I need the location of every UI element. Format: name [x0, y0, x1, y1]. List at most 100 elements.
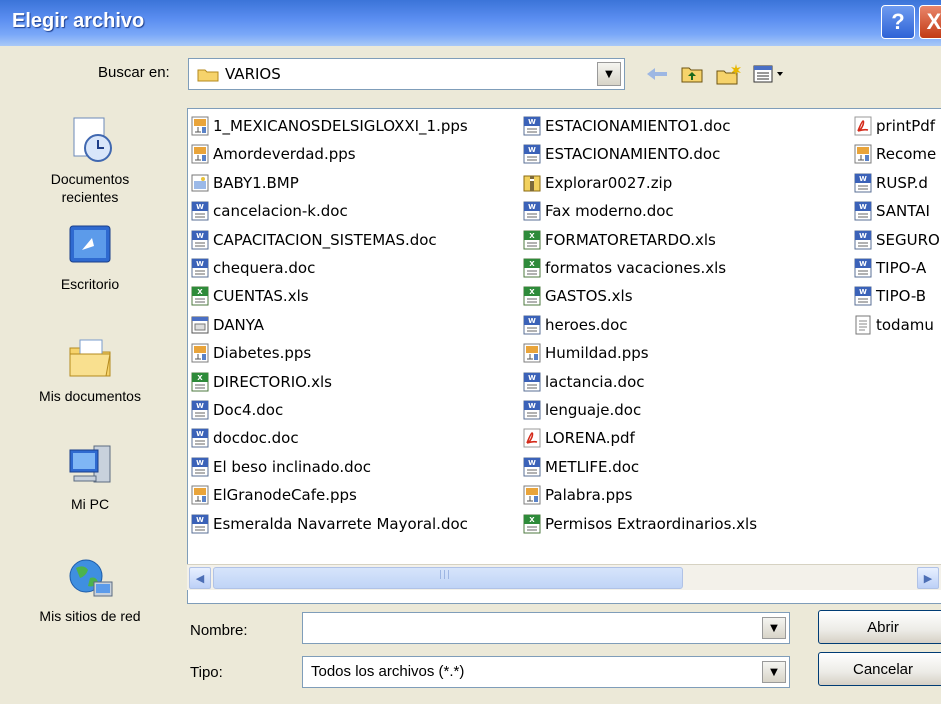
filetype-select[interactable]: Todos los archivos (*.*) ▼ [302, 656, 790, 688]
file-item[interactable]: W Esmeralda Navarrete Mayoral.doc [190, 511, 468, 537]
file-item[interactable]: LORENA.pdf [522, 425, 635, 451]
file-item[interactable]: W Doc4.doc [190, 397, 283, 423]
word-doc-icon: W [854, 173, 872, 193]
filetype-dropdown-button[interactable]: ▼ [762, 661, 786, 683]
excel-xls-icon: X [523, 258, 541, 278]
file-item[interactable]: Wlactancia.doc [522, 369, 645, 395]
file-item[interactable]: ElGranodeCafe.pps [190, 482, 357, 508]
file-item[interactable]: W ESTACIONAMIENTO.doc [522, 141, 720, 167]
excel-xls-icon: X [191, 372, 209, 392]
file-item[interactable]: Palabra.pps [522, 482, 632, 508]
file-item[interactable]: Explorar0027.zip [522, 170, 672, 196]
bitmap-image-icon [191, 174, 209, 192]
word-doc-icon: W [191, 201, 209, 221]
file-item[interactable]: W ESTACIONAMIENTO1.doc [522, 113, 730, 139]
file-item[interactable]: X FORMATORETARDO.xls [522, 227, 716, 253]
views-menu-icon[interactable] [750, 62, 788, 86]
filename-combo[interactable]: ▼ [302, 612, 790, 644]
up-folder-icon[interactable] [677, 62, 707, 86]
file-item[interactable]: W RUSP.d [853, 170, 928, 196]
network-places-icon [69, 559, 113, 597]
file-item[interactable]: 1_MEXICANOSDELSIGLOXXI_1.pps [190, 113, 468, 139]
file-item[interactable]: Amordeverdad.pps [190, 141, 356, 167]
scroll-right-button[interactable]: ▶ [917, 567, 939, 589]
file-name: lactancia.doc [545, 372, 645, 391]
powerpoint-pps-icon [523, 343, 541, 363]
excel-xls-icon: X [523, 230, 541, 250]
file-name: TIPO-A [876, 259, 927, 277]
file-item[interactable]: X GASTOS.xls [522, 283, 633, 309]
file-item[interactable]: W SEGURO [853, 227, 940, 253]
file-item[interactable]: Wheroes.doc [522, 312, 628, 338]
scroll-left-button[interactable]: ◀ [189, 567, 211, 589]
file-name: El beso inclinado.doc [213, 457, 372, 476]
place-label: Mis documentos [39, 388, 141, 404]
folder-icon [197, 69, 219, 82]
file-item[interactable]: Wlenguaje.doc [522, 397, 641, 423]
lookin-dropdown-button[interactable]: ▼ [597, 62, 621, 86]
desktop-icon [69, 225, 111, 263]
file-name: formatos vacaciones.xls [545, 259, 727, 277]
file-item[interactable]: Wdocdoc.doc [190, 425, 299, 451]
file-name: METLIFE.doc [545, 457, 640, 476]
file-item[interactable]: DANYA [190, 312, 264, 338]
file-name: Explorar0027.zip [545, 173, 673, 192]
file-item[interactable]: X Permisos Extraordinarios.xls [522, 511, 757, 537]
file-item[interactable]: X CUENTAS.xls [190, 283, 309, 309]
zip-archive-icon [523, 175, 541, 192]
file-name: FORMATORETARDO.xls [545, 230, 716, 249]
file-name: CUENTAS.xls [213, 287, 309, 306]
file-item[interactable]: Humildad.pps [522, 340, 649, 366]
file-item[interactable]: W CAPACITACION_SISTEMAS.doc [190, 227, 437, 253]
svg-text:W: W [196, 516, 204, 524]
file-name: 1_MEXICANOSDELSIGLOXXI_1.pps [213, 117, 468, 135]
filetype-label: Tipo: [190, 664, 223, 681]
place-recent-documents[interactable]: Documentos recientes [0, 114, 180, 206]
open-button[interactable]: Abrir [818, 610, 941, 644]
file-item[interactable]: printPdf [853, 113, 935, 139]
help-button[interactable]: ? [881, 5, 915, 39]
text-file-icon [855, 315, 871, 335]
file-item[interactable]: Diabetes.pps [190, 340, 311, 366]
word-doc-icon: W [191, 514, 209, 534]
file-item[interactable]: Xformatos vacaciones.xls [522, 255, 726, 281]
close-button[interactable]: X [919, 5, 941, 39]
file-item[interactable]: Recome [853, 141, 936, 167]
new-folder-icon[interactable] [713, 62, 745, 86]
excel-xls-icon: X [523, 286, 541, 306]
file-name: SEGURO [876, 230, 940, 249]
filename-dropdown-button[interactable]: ▼ [762, 617, 786, 639]
lookin-combo[interactable]: VARIOS ▼ [188, 58, 625, 90]
cancel-button[interactable]: Cancelar [818, 652, 941, 686]
lookin-label: Buscar en: [98, 64, 170, 81]
excel-xls-icon: X [523, 514, 541, 534]
generic-file-icon [191, 316, 209, 334]
place-my-computer[interactable]: Mi PC [0, 440, 180, 512]
svg-text:W: W [196, 459, 204, 467]
place-desktop[interactable]: Escritorio [0, 220, 180, 292]
file-item[interactable]: Wchequera.doc [190, 255, 315, 281]
file-item[interactable]: W TIPO-A [853, 255, 926, 281]
file-item[interactable]: todamu [853, 312, 934, 338]
file-item[interactable]: W El beso inclinado.doc [190, 454, 371, 480]
scroll-thumb[interactable] [213, 567, 683, 589]
file-name: lenguaje.doc [545, 401, 642, 419]
place-label: Mis sitios de red [39, 608, 141, 624]
place-network[interactable]: Mis sitios de red [0, 552, 180, 624]
file-item[interactable]: Wcancelacion-k.doc [190, 198, 348, 224]
horizontal-scrollbar[interactable]: ◀ ▶ [187, 564, 941, 590]
place-my-documents[interactable]: Mis documentos [0, 332, 180, 404]
file-item[interactable]: BABY1.BMP [190, 170, 299, 196]
file-name: Humildad.pps [545, 344, 649, 363]
file-item[interactable]: W SANTAI [853, 198, 930, 224]
file-item[interactable]: W Fax moderno.doc [522, 198, 674, 224]
file-item[interactable]: X DIRECTORIO.xls [190, 369, 332, 395]
file-item[interactable]: W TIPO-B [853, 283, 926, 309]
svg-text:W: W [528, 317, 536, 325]
place-label: Documentos recientes [50, 171, 130, 205]
file-name: Doc4.doc [213, 401, 284, 419]
back-arrow-icon[interactable] [642, 62, 672, 86]
file-item[interactable]: W METLIFE.doc [522, 454, 639, 480]
file-name: ESTACIONAMIENTO1.doc [545, 117, 731, 135]
file-list[interactable]: 1_MEXICANOSDELSIGLOXXI_1.pps Amordeverdad… [187, 108, 941, 604]
